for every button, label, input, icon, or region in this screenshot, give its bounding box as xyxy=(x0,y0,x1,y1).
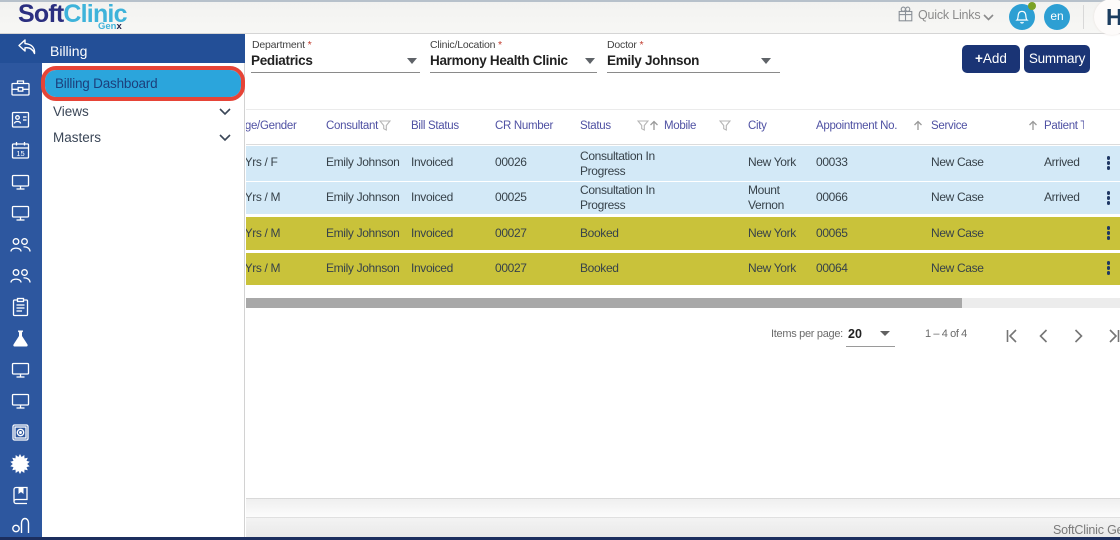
svg-text:15: 15 xyxy=(16,149,24,158)
